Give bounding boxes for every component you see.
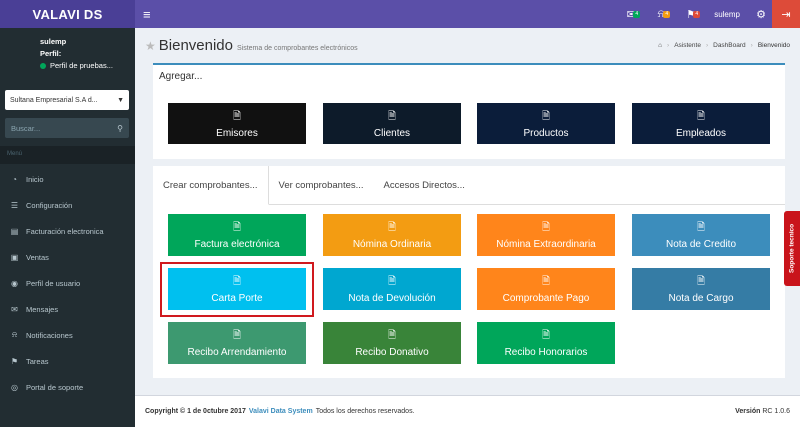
sidebar-item-mensajes[interactable]: ✉ Mensajes	[0, 296, 135, 322]
page-subtitle: Sistema de comprobantes electrónicos	[237, 45, 358, 52]
empleados-button[interactable]: 🗎 Empleados	[632, 103, 770, 144]
soporte-tecnico-tab[interactable]: Soporte tecnico	[784, 211, 800, 286]
document-icon: 🗎	[541, 110, 551, 122]
invoice-icon: ▤	[10, 226, 19, 236]
document-icon: 🗎	[232, 222, 242, 233]
nomina-ordinaria-button[interactable]: 🗎 Nómina Ordinaria	[323, 214, 461, 256]
user-menu[interactable]: sulemp	[714, 10, 740, 19]
comprobante-pago-button[interactable]: 🗎 Comprobante Pago	[477, 268, 615, 310]
highlight-box	[160, 262, 314, 317]
search-input[interactable]: Buscar... ⚲	[5, 118, 129, 138]
nomina-extraordinaria-button[interactable]: 🗎 Nómina Extraordinaria	[477, 214, 615, 256]
file-icon: 🗎	[387, 276, 397, 287]
recibo-arrendamiento-button[interactable]: 🗎 Recibo Arrendamiento	[168, 322, 306, 364]
user-icon: ◉	[11, 278, 18, 288]
envelope-icon[interactable]: ✉ 4	[616, 8, 646, 21]
home-icon[interactable]: ⌂	[658, 42, 662, 49]
online-status-icon	[40, 63, 46, 70]
support-icon: ◎	[11, 382, 18, 392]
bell-icon: ⍾	[11, 330, 18, 339]
footer-rights: Todos los derechos reservados.	[315, 408, 415, 415]
document-icon: 🗎	[696, 110, 706, 122]
footer-brand-link[interactable]: Valavi Data System	[249, 408, 313, 415]
sidebar-item-inicio[interactable]: ◔ Inicio	[0, 166, 135, 192]
tab-ver-comprobantes[interactable]: Ver comprobantes...	[269, 166, 374, 205]
sidebar-item-perfil[interactable]: ◉ Perfil de usuario	[0, 270, 135, 296]
tab-crear-comprobantes[interactable]: Crear comprobantes...	[153, 166, 269, 205]
clientes-button[interactable]: 🗎 Clientes	[323, 103, 461, 144]
menu-header: Menú	[0, 146, 135, 164]
notifications-badge: 4	[663, 10, 671, 18]
exit-icon: ⇥	[781, 8, 791, 21]
app-logo[interactable]: VALAVI DS	[0, 0, 135, 28]
agregar-title: Agregar...	[159, 71, 203, 82]
tasks-badge: 4	[693, 10, 701, 18]
document-icon: 🗎	[232, 110, 242, 122]
flag-icon[interactable]: ⚑ 4	[676, 8, 706, 21]
messages-badge: 4	[633, 10, 641, 18]
document-icon: 🗎	[541, 276, 551, 287]
top-navbar: VALAVI DS ≡ ✉ 4 ⍾ 4 ⚑ 4 sulemp ⚙ ⇥	[0, 0, 800, 28]
sidebar-item-facturacion[interactable]: ▤ Facturación electronica	[0, 218, 135, 244]
emisores-button[interactable]: 🗎 Emisores	[168, 103, 306, 144]
page-title: ★ Bienvenido Sistema de comprobantes ele…	[145, 37, 358, 54]
breadcrumb: ⌂ › Asistente › DashBoard › Bienvenido	[658, 42, 790, 49]
sidebar-item-soporte[interactable]: ◎ Portal de soporte	[0, 374, 135, 400]
menu-toggle-icon[interactable]: ≡	[143, 7, 151, 22]
document-icon: 🗎	[541, 330, 551, 341]
sidebar-item-notificaciones[interactable]: ⍾ Notificaciones	[0, 322, 135, 348]
tab-bar: Crear comprobantes... Ver comprobantes..…	[153, 166, 785, 205]
sidebar-item-configuracion[interactable]: ☰ Configuración	[0, 192, 135, 218]
recibo-honorarios-button[interactable]: 🗎 Recibo Honorarios	[477, 322, 615, 364]
nota-de-cargo-button[interactable]: 🗎 Nota de Cargo	[632, 268, 770, 310]
document-icon: 🗎	[387, 110, 397, 122]
footer-copyright: Copyright © 1 de 0ctubre 2017	[145, 408, 246, 415]
footer-version: Versión RC 1.0.6	[735, 408, 790, 415]
comprobantes-box: Crear comprobantes... Ver comprobantes..…	[153, 166, 785, 378]
envelope-icon: ✉	[11, 304, 18, 314]
document-icon: 🗎	[696, 276, 706, 287]
sidebar-item-ventas[interactable]: ▣ Ventas	[0, 244, 135, 270]
star-icon: ★	[145, 39, 156, 53]
truck-icon: ▣	[10, 252, 19, 262]
bell-icon[interactable]: ⍾ 4	[646, 8, 676, 21]
tab-accesos-directos[interactable]: Accesos Directos...	[374, 166, 475, 205]
dashboard-icon: ◔	[12, 174, 17, 184]
nota-de-devolucion-button[interactable]: 🗎 Nota de Devolución	[323, 268, 461, 310]
recibo-donativo-button[interactable]: 🗎 Recibo Donativo	[323, 322, 461, 364]
sidebar: sulemp Perfil: Perfil de pruebas... Sult…	[0, 28, 135, 427]
breadcrumb-current: Bienvenido	[757, 42, 790, 49]
sidebar-username: sulemp	[40, 37, 67, 46]
breadcrumb-dashboard[interactable]: DashBoard	[713, 42, 746, 49]
sidebar-menu: ◔ Inicio ☰ Configuración ▤ Facturación elec…	[0, 166, 135, 400]
document-icon: 🗎	[232, 330, 242, 341]
nota-de-credito-button[interactable]: 🗎 Nota de Credito	[632, 214, 770, 256]
gear-icon[interactable]: ⚙	[750, 8, 772, 21]
file-icon: 🗎	[541, 222, 551, 233]
factura-electronica-button[interactable]: 🗎 Factura electrónica	[168, 214, 306, 256]
footer: Copyright © 1 de 0ctubre 2017 Valavi Dat…	[135, 395, 800, 427]
search-icon[interactable]: ⚲	[117, 124, 123, 133]
profile-label: Perfil:	[40, 49, 62, 58]
sidebar-item-tareas[interactable]: ⚑ Tareas	[0, 348, 135, 374]
file-icon: 🗎	[387, 222, 397, 233]
logout-button[interactable]: ⇥	[772, 0, 800, 28]
company-select[interactable]: Sultana Empresarial S.A d... ▼	[5, 90, 129, 110]
profile-status: Perfil de pruebas...	[40, 60, 135, 72]
sliders-icon: ☰	[10, 200, 19, 210]
flag-icon: ⚑	[10, 356, 19, 366]
content-header: ★ Bienvenido Sistema de comprobantes ele…	[135, 28, 800, 60]
agregar-box: Agregar... 🗎 Emisores 🗎 Clientes 🗎 Producto…	[153, 63, 785, 159]
breadcrumb-asistente[interactable]: Asistente	[674, 42, 701, 49]
navbar-right: ✉ 4 ⍾ 4 ⚑ 4 sulemp ⚙ ⇥	[616, 0, 800, 28]
document-icon: 🗎	[696, 222, 706, 233]
productos-button[interactable]: 🗎 Productos	[477, 103, 615, 144]
user-panel: sulemp Perfil: Perfil de pruebas...	[0, 28, 135, 80]
document-icon: 🗎	[387, 330, 397, 341]
chevron-down-icon: ▼	[117, 96, 124, 104]
